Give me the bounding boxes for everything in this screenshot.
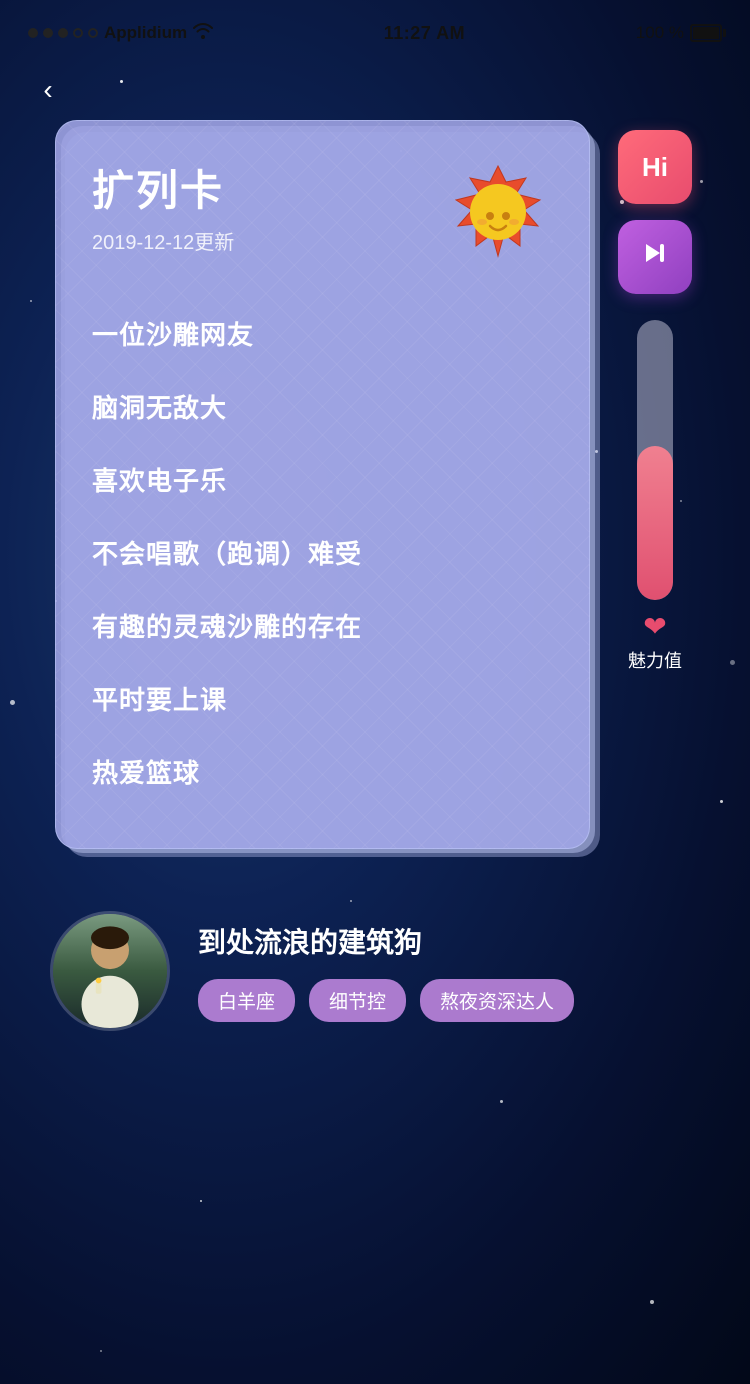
status-left: Applidium [28, 23, 213, 44]
right-sidebar: Hi ❤ 魅力值 [610, 120, 700, 849]
battery-percentage: 100 % [636, 23, 684, 43]
wifi-icon [193, 23, 213, 44]
signal-dot-5 [88, 28, 98, 38]
status-time: 11:27 AM [384, 23, 465, 44]
signal-dot-1 [28, 28, 38, 38]
battery-icon [690, 24, 722, 42]
list-item: 热爱篮球 [92, 735, 553, 808]
play-icon [638, 236, 672, 278]
charm-meter-label: 魅力值 [628, 647, 682, 673]
avatar-image [53, 914, 167, 1028]
signal-dot-2 [43, 28, 53, 38]
card-title: 扩列卡 [92, 157, 443, 218]
sun-decoration [443, 157, 553, 267]
card-header: 扩列卡 2019-12-12更新 [92, 157, 553, 267]
list-item: 有趣的灵魂沙雕的存在 [92, 589, 553, 662]
profile-tags: 白羊座 细节控 熬夜资深达人 [198, 979, 700, 1022]
profile-name: 到处流浪的建筑狗 [198, 921, 700, 961]
card-stack: 扩列卡 2019-12-12更新 [55, 120, 590, 849]
profile-info: 到处流浪的建筑狗 白羊座 细节控 熬夜资深达人 [198, 921, 700, 1022]
list-item: 喜欢电子乐 [92, 443, 553, 516]
hi-label: Hi [642, 152, 668, 183]
tag-detail: 细节控 [309, 979, 406, 1022]
charm-meter-container: ❤ 魅力值 [628, 320, 682, 673]
heart-icon: ❤ [643, 610, 666, 643]
back-arrow-icon: ‹ [43, 74, 52, 106]
charm-meter-label-section: ❤ 魅力值 [628, 610, 682, 673]
charm-meter-fill [637, 446, 673, 600]
card-title-section: 扩列卡 2019-12-12更新 [92, 157, 443, 255]
profile-section: 到处流浪的建筑狗 白羊座 细节控 熬夜资深达人 [0, 879, 750, 1063]
list-item: 平时要上课 [92, 662, 553, 735]
charm-meter-track [637, 320, 673, 600]
list-item: 脑洞无敌大 [92, 370, 553, 443]
list-item: 不会唱歌（跑调）难受 [92, 516, 553, 589]
signal-dot-4 [73, 28, 83, 38]
tag-nightowl: 熬夜资深达人 [420, 979, 574, 1022]
play-button[interactable] [618, 220, 692, 294]
signal-dot-3 [58, 28, 68, 38]
main-content: 扩列卡 2019-12-12更新 [0, 120, 750, 849]
carrier-name: Applidium [104, 23, 187, 43]
back-button[interactable]: ‹ [28, 70, 68, 110]
signal-dots [28, 28, 98, 38]
tag-zodiac: 白羊座 [198, 979, 295, 1022]
card-date: 2019-12-12更新 [92, 226, 443, 255]
status-bar: Applidium 11:27 AM 100 % [0, 0, 750, 60]
hi-button[interactable]: Hi [618, 130, 692, 204]
profile-card: 扩列卡 2019-12-12更新 [55, 120, 590, 849]
card-items-list: 一位沙雕网友 脑洞无敌大 喜欢电子乐 不会唱歌（跑调）难受 有趣的灵魂沙雕的存在… [92, 297, 553, 808]
avatar [50, 911, 170, 1031]
status-right: 100 % [636, 23, 722, 43]
list-item: 一位沙雕网友 [92, 297, 553, 370]
